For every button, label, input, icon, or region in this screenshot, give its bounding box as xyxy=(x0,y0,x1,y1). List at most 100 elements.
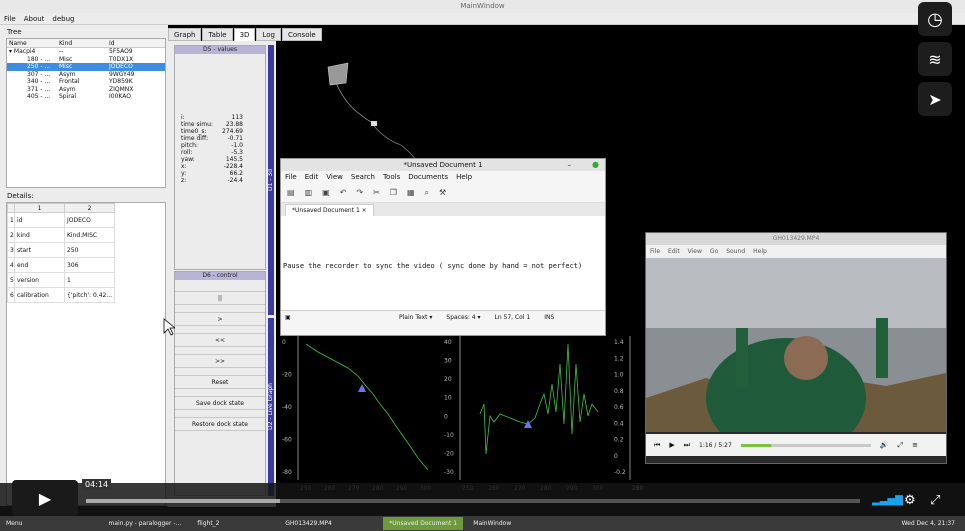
play-button[interactable]: ▶ xyxy=(12,480,78,516)
tab-bar: Graph Table 3D Log Console xyxy=(168,28,323,41)
taskbar-item-editor[interactable]: *Unsaved Document 1 xyxy=(383,517,464,530)
fullscreen-icon[interactable]: ⤢ xyxy=(898,441,904,450)
clock-button[interactable]: ◷ xyxy=(918,2,952,36)
tab-graph[interactable]: Graph xyxy=(168,28,202,41)
fullscreen-player-icon[interactable]: ⤢ xyxy=(930,493,940,508)
tree-view[interactable]: Name Kind Id ▾ Macpi4 -- 5F5AO9 180 - ... Misc… xyxy=(6,38,166,188)
taskbar-item-mainwindow[interactable]: MainWindow xyxy=(467,517,547,530)
tab-console[interactable]: Console xyxy=(281,28,322,41)
tree-header-kind[interactable]: Kind xyxy=(57,39,107,47)
replace-icon[interactable]: ⚒ xyxy=(439,188,446,197)
menu-icon[interactable]: ≡ xyxy=(912,441,918,449)
details-row[interactable]: 1 id JODECO xyxy=(7,212,115,228)
y-tick-label: -80 xyxy=(282,469,292,476)
editor-menu-help[interactable]: Help xyxy=(452,171,476,183)
sidebar-toggle-icon[interactable]: ▣ xyxy=(285,314,385,321)
tree-header-id[interactable]: Id xyxy=(107,39,165,47)
close-icon[interactable]: ● xyxy=(592,159,599,171)
tree-header-name[interactable]: Name xyxy=(7,39,57,47)
editor-menu-edit[interactable]: Edit xyxy=(301,171,323,183)
video-frame[interactable] xyxy=(646,258,946,458)
tree-row[interactable]: 307 - ... Asym 9WGY49 xyxy=(7,71,165,79)
cut-icon[interactable]: ✂ xyxy=(373,188,380,197)
redo-icon[interactable]: ↷ xyxy=(356,188,363,197)
value-row: pitch: -1.0 xyxy=(175,142,265,149)
player-progress[interactable] xyxy=(86,499,860,503)
video-menu-sound[interactable]: Sound xyxy=(722,245,749,258)
video-menu-edit[interactable]: Edit xyxy=(664,245,684,258)
share-button[interactable]: ➤ xyxy=(918,82,952,116)
prev-icon[interactable]: ⏮ xyxy=(654,441,660,450)
paste-icon[interactable]: ▦ xyxy=(407,188,415,197)
value-row: time0_s: 274.69 xyxy=(175,128,265,135)
control-button-5[interactable]: Save dock state xyxy=(175,396,265,410)
video-menubar: File Edit View Go Sound Help xyxy=(646,245,946,258)
tab-log[interactable]: Log xyxy=(256,28,281,41)
taskbar-menu[interactable]: Menu xyxy=(0,517,28,530)
editor-menu-search[interactable]: Search xyxy=(347,171,379,183)
open-icon[interactable]: ▥ xyxy=(305,188,313,197)
video-menu-file[interactable]: File xyxy=(646,245,664,258)
control-button-0[interactable]: || xyxy=(175,291,265,305)
save-icon[interactable]: ▣ xyxy=(322,188,330,197)
tree-row[interactable]: 405 - ... Spiral I00KAO xyxy=(7,93,165,101)
menu-about[interactable]: About xyxy=(20,13,49,25)
tree-row[interactable]: 180 - ... Misc T0DX1X xyxy=(7,56,165,64)
editor-menu-file[interactable]: File xyxy=(281,171,301,183)
graph-3[interactable]: 1.41.21.00.80.60.40.20-0.2250260270 xyxy=(610,334,650,494)
tab-3d[interactable]: 3D xyxy=(233,28,256,41)
tree-row[interactable]: 371 - ... Asym ZIQMNX xyxy=(7,86,165,94)
y-tick-label: 1.0 xyxy=(614,372,624,379)
menu-debug[interactable]: debug xyxy=(48,13,78,25)
details-row[interactable]: 6 calibration {'pitch': 0.42... xyxy=(7,287,115,303)
editor-menu-documents[interactable]: Documents xyxy=(404,171,452,183)
control-button-3[interactable]: >> xyxy=(175,354,265,368)
video-seekbar[interactable] xyxy=(740,443,871,447)
editor-tab[interactable]: *Unsaved Document 1 × xyxy=(285,204,374,216)
next-icon[interactable]: ⏭ xyxy=(684,441,690,450)
control-dock: D6 - control || > << >> Reset Save dock state… xyxy=(174,271,266,496)
spaces-select[interactable]: Spaces: 4 ▾ xyxy=(446,314,480,321)
copy-icon[interactable]: ❐ xyxy=(390,188,397,197)
tree-cell-name: 405 - ... xyxy=(27,93,51,100)
taskbar-item-main-py[interactable]: main.py - paralogger -... xyxy=(102,517,187,530)
settings-icon[interactable]: ⚙ xyxy=(904,493,916,508)
editor-menu-view[interactable]: View xyxy=(322,171,347,183)
taskbar-item-flight[interactable]: flight_2 xyxy=(191,517,275,530)
syntax-select[interactable]: Plain Text ▾ xyxy=(399,314,432,321)
details-row[interactable]: 3 start 250 xyxy=(7,242,115,258)
editor-text-area[interactable]: Pause the recorder to sync the video ( s… xyxy=(281,216,605,310)
control-button-6[interactable]: Restore dock state xyxy=(175,417,265,431)
layers-button[interactable]: ≋ xyxy=(918,42,952,76)
menu-file[interactable]: File xyxy=(0,13,20,25)
editor-menubar: File Edit View Search Tools Documents Help xyxy=(281,171,605,183)
minimize-icon[interactable]: – xyxy=(568,159,572,171)
tab-table[interactable]: Table xyxy=(202,28,233,41)
video-menu-view[interactable]: View xyxy=(684,245,706,258)
video-menu-help[interactable]: Help xyxy=(749,245,771,258)
value-key: yaw: xyxy=(181,156,195,163)
control-button-1[interactable]: > xyxy=(175,312,265,326)
control-button-2[interactable]: << xyxy=(175,333,265,347)
play-icon[interactable]: ▶ xyxy=(669,441,674,449)
details-row[interactable]: 4 end 306 xyxy=(7,257,115,273)
volume-icon[interactable]: 🔊 xyxy=(880,441,889,449)
new-icon[interactable]: ▤ xyxy=(287,188,295,197)
value-key: y: xyxy=(181,170,187,177)
tree-row[interactable]: ▾ Macpi4 -- 5F5AO9 xyxy=(7,48,165,56)
search-icon[interactable]: ⌕ xyxy=(425,188,429,198)
graph-1[interactable]: 0-20-40-60-80250260270280290300 xyxy=(278,334,438,494)
control-button-4[interactable]: Reset xyxy=(175,375,265,389)
editor-menu-tools[interactable]: Tools xyxy=(379,171,404,183)
video-menu-go[interactable]: Go xyxy=(706,245,722,258)
details-table[interactable]: 12 1 id JODECO 2 kind Kind.MISC 3 start 250 4 end 3… xyxy=(6,202,166,506)
volume-bars-icon[interactable]: ▂▃▅▇ xyxy=(872,495,903,506)
details-row[interactable]: 2 kind Kind.MISC xyxy=(7,227,115,243)
undo-icon[interactable]: ↶ xyxy=(340,188,347,197)
graph-2[interactable]: 403020100-10-20-30250260270280290300 xyxy=(440,334,610,494)
tree-row[interactable]: 340 - ... Frontal YD859K xyxy=(7,78,165,86)
details-key: id xyxy=(14,212,65,228)
tree-row[interactable]: 250 - ... Misc JODECO xyxy=(7,63,165,71)
details-row[interactable]: 5 version 1 xyxy=(7,272,115,288)
taskbar-item-video[interactable]: GH013429.MP4 xyxy=(279,517,379,530)
